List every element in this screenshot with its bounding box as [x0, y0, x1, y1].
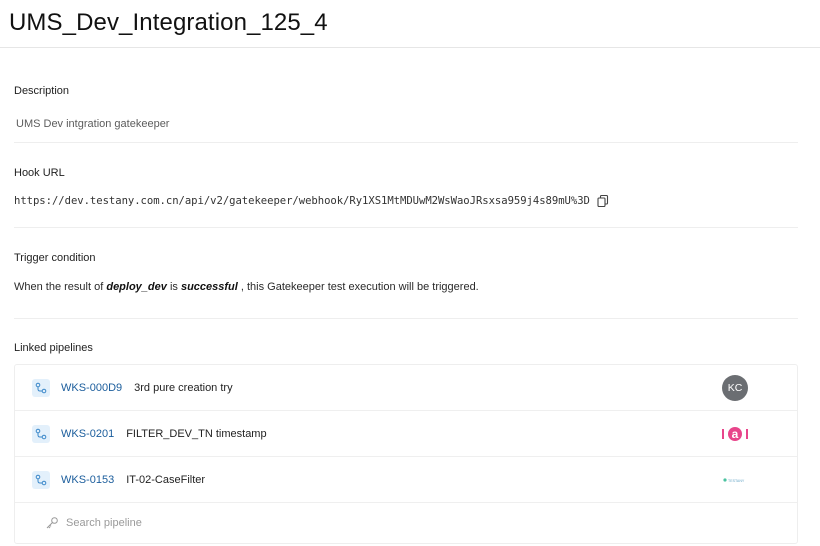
trigger-condition-text: When the result of deploy_dev is success… — [14, 281, 798, 293]
description-label: Description — [14, 85, 70, 97]
pipeline-row[interactable]: WKS-0153 IT-02-CaseFilter TESTANY — [15, 457, 797, 503]
key-icon — [45, 516, 59, 530]
pipeline-id-link[interactable]: WKS-000D9 — [61, 382, 122, 394]
trigger-prefix: When the result of — [14, 281, 104, 293]
hook-url-row: https://dev.testany.com.cn/api/v2/gateke… — [14, 194, 798, 208]
hook-url-label: Hook URL — [14, 167, 65, 179]
pipeline-icon — [32, 424, 50, 443]
pipeline-icon — [32, 378, 50, 397]
copy-icon[interactable] — [596, 194, 610, 208]
pipeline-id-link[interactable]: WKS-0153 — [61, 474, 114, 486]
linked-pipelines-section: Linked pipelines WKS-000D9 3rd pure crea… — [14, 319, 798, 544]
pipeline-name: 3rd pure creation try — [134, 381, 233, 394]
linked-pipelines-label: Linked pipelines — [14, 342, 93, 354]
pipeline-id-link[interactable]: WKS-0201 — [61, 428, 114, 440]
pipeline-icon — [32, 470, 50, 489]
linked-pipelines-list: WKS-000D9 3rd pure creation try KC WKS-0… — [14, 364, 798, 544]
pipeline-row[interactable]: WKS-0201 FILTER_DEV_TN timestamp a — [15, 411, 797, 457]
avatar: TESTANY — [722, 467, 748, 493]
trigger-suffix: , this Gatekeeper test execution will be… — [240, 281, 479, 293]
search-pipeline-input[interactable] — [66, 517, 366, 529]
trigger-condition-section: Trigger condition When the result of dep… — [14, 228, 798, 319]
avatar-logo-text: TESTANY — [728, 479, 745, 483]
trigger-middle: is — [169, 281, 178, 293]
hook-url-value: https://dev.testany.com.cn/api/v2/gateke… — [14, 195, 590, 207]
trigger-status: successful — [180, 281, 238, 293]
avatar: a — [722, 421, 748, 447]
gatekeeper-details: Description UMS Dev intgration gatekeepe… — [0, 48, 820, 544]
avatar: KC — [722, 375, 748, 401]
description-section: Description UMS Dev intgration gatekeepe… — [14, 48, 798, 143]
pipeline-name: IT-02-CaseFilter — [126, 473, 206, 486]
trigger-condition-label: Trigger condition — [14, 252, 96, 264]
page-title: UMS_Dev_Integration_125_4 — [9, 9, 328, 36]
hook-url-section: Hook URL https://dev.testany.com.cn/api/… — [14, 143, 798, 228]
page-header: UMS_Dev_Integration_125_4 — [0, 0, 820, 48]
avatar-letter: a — [732, 427, 739, 441]
pipeline-row[interactable]: WKS-000D9 3rd pure creation try KC — [15, 365, 797, 411]
search-pipeline-row — [15, 503, 797, 543]
trigger-pipeline: deploy_dev — [106, 281, 167, 293]
description-value: UMS Dev intgration gatekeeper — [16, 118, 170, 130]
pipeline-name: FILTER_DEV_TN timestamp — [126, 427, 267, 440]
